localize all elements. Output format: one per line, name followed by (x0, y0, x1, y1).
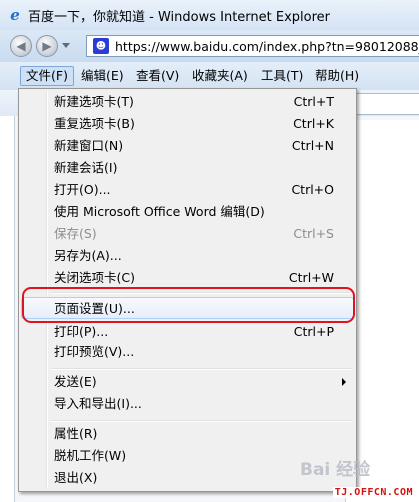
menu-help[interactable]: 帮助(H) (310, 67, 364, 85)
menu-item-shortcut: Ctrl+W (288, 270, 334, 285)
title-bar: e 百度一下，你就知道 - Windows Internet Explorer (0, 0, 419, 30)
menu-item-label: 新建会话(I) (54, 160, 118, 175)
menu-item-label: 另存为(A)... (54, 248, 122, 263)
window-title: 百度一下，你就知道 - Windows Internet Explorer (28, 9, 330, 25)
menu-item-import-export[interactable]: 导入和导出(I)... (21, 393, 354, 415)
menu-item-open[interactable]: 打开(O)... Ctrl+O (21, 179, 354, 201)
menu-view[interactable]: 查看(V) (131, 67, 184, 85)
menu-item-close-tab[interactable]: 关闭选项卡(C) Ctrl+W (21, 267, 354, 289)
menu-item-label: 脱机工作(W) (54, 448, 127, 463)
baidu-jingyan-watermark: Bai 经验 (300, 460, 371, 480)
menu-item-save: 保存(S) Ctrl+S (21, 223, 354, 245)
menu-item-label: 重复选项卡(B) (54, 116, 135, 131)
recent-pages-dropdown-icon[interactable] (62, 43, 70, 48)
menu-item-label: 使用 Microsoft Office Word 编辑(D) (54, 204, 265, 219)
menu-item-label: 打印预览(V)... (54, 344, 135, 359)
menu-tools[interactable]: 工具(T) (256, 67, 308, 85)
submenu-arrow-icon (342, 378, 346, 386)
menu-item-label: 关闭选项卡(C) (54, 270, 135, 285)
menu-item-label: 新建窗口(N) (54, 138, 124, 153)
menu-item-shortcut: Ctrl+T (293, 94, 334, 109)
menu-item-print[interactable]: 打印(P)... Ctrl+P (21, 321, 354, 343)
page-left-edge (0, 116, 15, 502)
menu-item-save-as[interactable]: 另存为(A)... (21, 245, 354, 267)
menu-item-shortcut: Ctrl+N (291, 138, 334, 153)
address-url[interactable]: https://www.baidu.com/index.php?tn=98012… (115, 39, 419, 54)
menu-item-send[interactable]: 发送(E) (21, 371, 354, 393)
menu-item-label: 退出(X) (54, 470, 98, 485)
menu-item-label: 属性(R) (54, 426, 98, 441)
menu-item-label: 打印(P)... (54, 324, 109, 339)
menu-item-shortcut: Ctrl+S (293, 226, 334, 241)
address-bar[interactable]: ☻ https://www.baidu.com/index.php?tn=980… (86, 35, 419, 57)
menu-file[interactable]: 文件(F) (20, 66, 74, 86)
menu-item-new-window[interactable]: 新建窗口(N) Ctrl+N (21, 135, 354, 157)
menu-edit[interactable]: 编辑(E) (76, 67, 129, 85)
menu-item-shortcut: Ctrl+K (293, 116, 334, 131)
forward-button[interactable]: ▶ (36, 35, 58, 57)
menu-item-shortcut: Ctrl+O (291, 182, 334, 197)
menu-item-label: 新建选项卡(T) (54, 94, 134, 109)
menu-item-new-tab[interactable]: 新建选项卡(T) Ctrl+T (21, 91, 354, 113)
menu-item-print-preview[interactable]: 打印预览(V)... (21, 341, 354, 363)
internet-explorer-logo-icon: e (10, 6, 20, 24)
menu-item-label: 保存(S) (54, 226, 97, 241)
navigation-bar: ◀ ▶ ☻ https://www.baidu.com/index.php?tn… (0, 30, 419, 62)
menu-separator (51, 420, 352, 422)
menu-item-label: 导入和导出(I)... (54, 396, 142, 411)
menu-item-duplicate-tab[interactable]: 重复选项卡(B) Ctrl+K (21, 113, 354, 135)
menu-separator (51, 368, 352, 370)
menu-item-shortcut: Ctrl+P (293, 324, 334, 339)
back-button[interactable]: ◀ (10, 35, 32, 57)
baidu-paw-icon: ☻ (93, 38, 109, 54)
back-arrow-icon: ◀ (16, 39, 26, 53)
menu-item-edit-with-word[interactable]: 使用 Microsoft Office Word 编辑(D) (21, 201, 354, 223)
menu-item-new-session[interactable]: 新建会话(I) (21, 157, 354, 179)
highlight-annotation-ring (22, 287, 355, 323)
site-watermark: TJ.OFFCN.COM (332, 487, 415, 498)
menu-bar: 文件(F) 编辑(E) 查看(V) 收藏夹(A) 工具(T) 帮助(H) (0, 62, 419, 91)
menu-item-label: 打开(O)... (54, 182, 111, 197)
menu-favorites[interactable]: 收藏夹(A) (187, 67, 253, 85)
menu-item-properties[interactable]: 属性(R) (21, 423, 354, 445)
menu-item-label: 发送(E) (54, 374, 97, 389)
forward-arrow-icon: ▶ (42, 39, 52, 53)
